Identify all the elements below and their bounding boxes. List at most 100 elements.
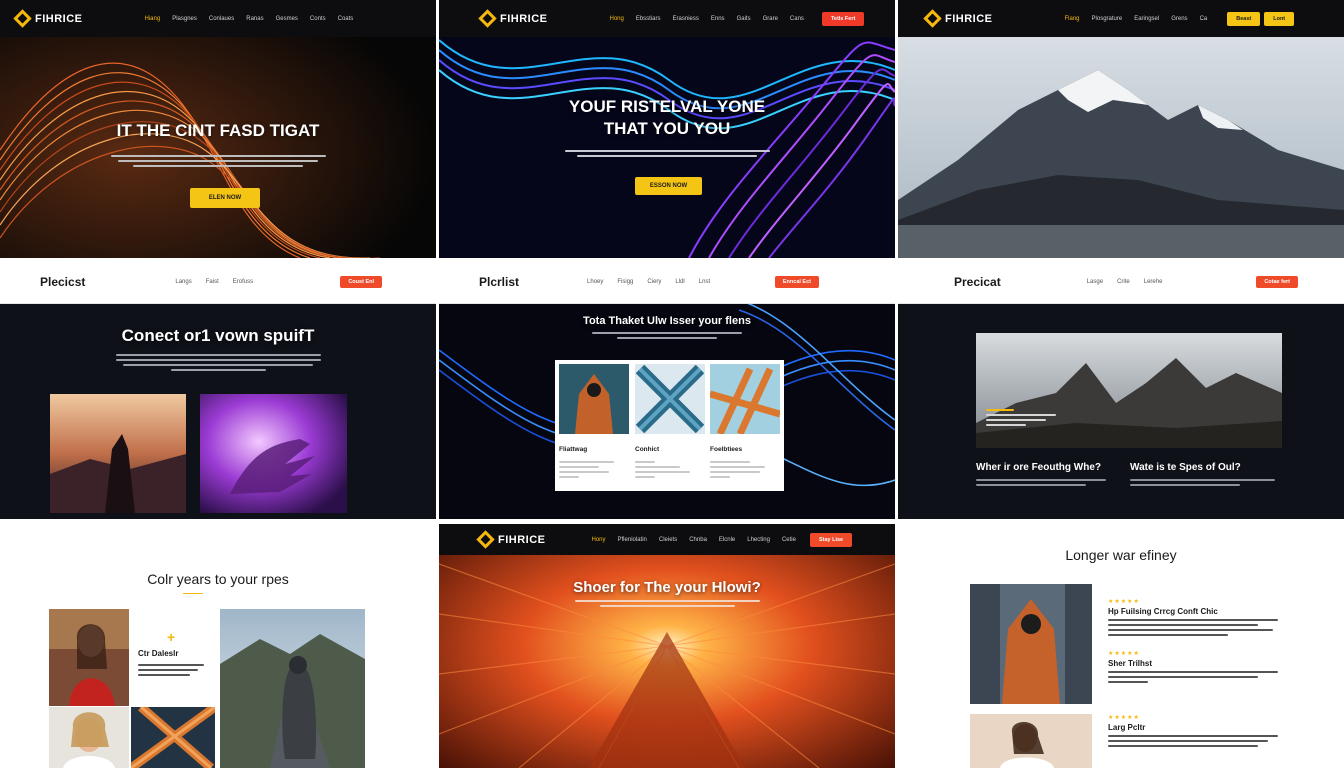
cross-ribbons-image[interactable] (131, 707, 215, 768)
brand-logo[interactable]: FIHRICE (13, 9, 83, 28)
nav-cta-button[interactable]: Coust Enl (340, 275, 382, 288)
brand-logo[interactable]: FIHRICE (478, 9, 548, 28)
nav-item[interactable]: Ebsstiars (636, 16, 661, 22)
brand-name[interactable]: Precicat (954, 275, 1001, 289)
nav-item[interactable]: Fisigg (617, 279, 633, 285)
light-nav: Plcrlist Lhoey Fisigg Ciery Lldl Lnst En… (439, 260, 895, 304)
nav-item[interactable]: Gaits (737, 16, 751, 22)
top-nav: FIHRICE Hiang Plasgnes Conlaues Ranas Ge… (0, 0, 436, 37)
blue-ribbons-image[interactable] (635, 364, 705, 434)
feature-panel-images: Plecicst Langs Faist Erofuss Coust Enl C… (0, 260, 436, 519)
orange-ribbons-image[interactable] (710, 364, 780, 434)
hero-body-text (439, 600, 895, 607)
nav-item[interactable]: Lldl (675, 279, 684, 285)
nav-item[interactable]: Hony (592, 537, 606, 543)
nav-cta-button[interactable]: Tetls Fert (821, 11, 865, 26)
nav-item[interactable]: Lhoey (587, 279, 603, 285)
nav-cta-button[interactable]: Cotae fert (1256, 275, 1298, 288)
logo-icon (923, 9, 942, 28)
nav-button-secondary[interactable]: Lont (1264, 11, 1295, 26)
woman-portrait-image[interactable] (970, 714, 1092, 768)
hooded-figure-image[interactable] (559, 364, 629, 434)
nav-button-primary[interactable]: Beast (1227, 11, 1261, 26)
nav-item[interactable]: Pfleniolatin (618, 537, 647, 543)
top-nav: FIHRICE Flang Plosgrature Earingsel Gren… (898, 0, 1344, 37)
article-item[interactable]: ★★★★★ Hp Fuilsing Crrcg Conft Chic (1108, 598, 1308, 636)
hero-panel-mountain: FIHRICE Flang Plosgrature Earingsel Gren… (898, 0, 1344, 258)
section-body-text (439, 332, 895, 339)
hero-cta-button[interactable]: ESSON NOW (635, 177, 702, 195)
nav-item[interactable]: Gesmes (276, 16, 298, 22)
nav-item[interactable]: Lhecting (747, 537, 770, 543)
nav-item[interactable]: Plasgnes (172, 16, 197, 22)
section-title: Colr years to your rpes (147, 571, 289, 587)
nav-item[interactable]: Enns (711, 16, 725, 22)
hooded-figure-image[interactable] (970, 584, 1092, 704)
woman-portrait-image[interactable] (49, 609, 129, 706)
nav-item[interactable]: Crite (1117, 279, 1130, 285)
nav-item[interactable]: Plosgrature (1092, 16, 1123, 22)
rating-stars-icon: ★★★★★ (1108, 715, 1140, 721)
nav-item[interactable]: Conlaues (209, 16, 234, 22)
logo-text: FIHRICE (500, 12, 548, 25)
brand-logo[interactable]: FIHRICE (476, 530, 546, 549)
nav-menu: Hiang Plasgnes Conlaues Ranas Gesmes Con… (145, 16, 354, 22)
caption-title-left: Wher ir ore Feouthg Whe? (976, 462, 1101, 473)
section-title: Tota Thaket Ulw Isser your flens (583, 315, 751, 327)
nav-item[interactable]: Earingsel (1134, 16, 1159, 22)
nav-item[interactable]: Ciery (647, 279, 661, 285)
nav-item[interactable]: Cetie (782, 537, 796, 543)
sunset-figure-image (50, 394, 186, 513)
brand-logo[interactable]: FIHRICE (923, 9, 993, 28)
section-title: Longer war efiney (1065, 547, 1177, 563)
image-overlay-text (986, 406, 1061, 426)
top-nav: FIHRICE Hong Ebsstiars Erasniess Enns Ga… (439, 0, 895, 37)
nav-item[interactable]: Cleiets (659, 537, 677, 543)
nav-item[interactable]: Cans (790, 16, 804, 22)
nav-item[interactable]: Langs (175, 279, 191, 285)
nav-item[interactable]: Hiang (145, 16, 161, 22)
article-item[interactable]: ★★★★★ Sher Trilhst (1108, 650, 1308, 683)
hero-title: IT THE CINT FASD TIGAT (116, 121, 320, 140)
nav-item[interactable]: Conts (310, 16, 326, 22)
card-body-text (635, 458, 695, 478)
road-hoodie-image[interactable] (220, 609, 365, 768)
logo-text: FIHRICE (498, 533, 546, 546)
rating-stars-icon: ★★★★★ (1108, 599, 1140, 605)
woman-smiling-image[interactable] (49, 707, 129, 768)
light-nav: Precicat Lasge Crite Lerehe Cotae fert (898, 260, 1344, 304)
hero-panel-neon: FIHRICE Hong Ebsstiars Erasniess Enns Ga… (439, 0, 895, 258)
nav-item[interactable]: Flang (1065, 16, 1080, 22)
nav-item[interactable]: Elcnle (719, 537, 735, 543)
hero-body-text (439, 150, 895, 157)
card-body-text (710, 458, 770, 478)
nav-item[interactable]: Lasge (1087, 279, 1103, 285)
top-nav: FIHRICE Hony Pfleniolatin Cleiets Chnba … (439, 524, 895, 555)
nav-item[interactable]: Grare (763, 16, 778, 22)
nav-item[interactable]: Faist (206, 279, 219, 285)
nav-item[interactable]: Erofuss (233, 279, 253, 285)
article-title: Larg Pcltr (1108, 723, 1146, 732)
plus-icon[interactable]: + (167, 629, 175, 645)
sunburst-art (439, 524, 895, 768)
hero-cta-button[interactable]: ELEN NOW (190, 188, 260, 208)
nav-item[interactable]: Chnba (689, 537, 707, 543)
nav-item[interactable]: Ca (1200, 16, 1208, 22)
nav-cta-button[interactable]: Enncal Ect (774, 275, 819, 288)
article-item[interactable]: ★★★★★ Larg Pcltr (1108, 714, 1308, 747)
brand-name[interactable]: Plecicst (40, 275, 85, 289)
section-body-text (0, 354, 436, 371)
logo-icon (476, 530, 495, 549)
card-grid: Fliattwag Conhict Foelbtiees (555, 360, 784, 491)
nav-item[interactable]: Hong (610, 16, 624, 22)
nav-item[interactable]: Coats (338, 16, 354, 22)
nav-item[interactable]: Ranas (246, 16, 263, 22)
caption-body-left (976, 476, 1116, 486)
nav-item[interactable]: Lnst (699, 279, 710, 285)
nav-cta-button[interactable]: Stay Lise (809, 532, 853, 547)
nav-item[interactable]: Grens (1171, 16, 1187, 22)
nav-item[interactable]: Erasniess (673, 16, 699, 22)
brand-name[interactable]: Plcrlist (479, 275, 519, 289)
caption-title-right: Wate is te Spes of Oul? (1130, 462, 1241, 473)
nav-item[interactable]: Lerehe (1144, 279, 1163, 285)
